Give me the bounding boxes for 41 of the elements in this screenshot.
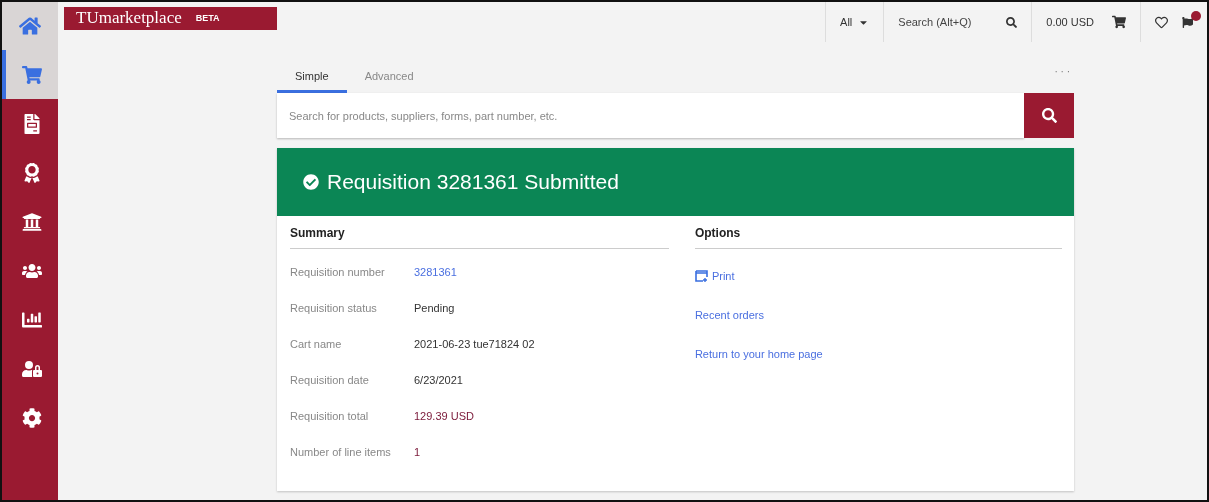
search-field[interactable]: Search for products, suppliers, forms, part number, etc. [277,93,1024,138]
field-label: Cart name [290,338,343,350]
home-button[interactable] [2,2,58,50]
home-icon [19,15,41,37]
notification-badge [1191,10,1201,21]
cart-total-button[interactable]: 0.00 USD [1046,16,1094,28]
logo-banner[interactable]: TUmarketplace BETA [64,6,277,30]
search-button[interactable] [1024,93,1074,138]
field-label: Requisition date [290,374,370,386]
search-icon [1041,108,1057,123]
section-title: Options [694,216,1062,249]
print-link[interactable]: Print [694,256,735,295]
field-value: 129.39 USD [414,410,474,422]
field-label: Requisition number [290,266,386,278]
requisition-link[interactable]: 3281361 [414,266,457,278]
flag-icon[interactable] [1182,16,1193,28]
heart-icon[interactable] [1155,15,1168,29]
section-title: Summary [290,216,669,249]
field-label: Number of line items [290,446,392,458]
window-icon [694,269,708,282]
option-link[interactable]: Recent orders [694,295,764,334]
award-icon [22,162,42,183]
settings-icon [22,407,42,428]
field-label: Requisition total [290,410,370,422]
logo-text: TUmarketplace [76,8,182,28]
cart-icon [22,64,42,85]
beta-label: BETA [195,13,220,23]
field-value: 2021-06-23 tue71824 02 [414,338,535,350]
header-search-field[interactable]: Search (Alt+Q) [898,16,999,28]
search-tab[interactable]: Advanced [346,70,432,93]
banner-title: Requisition 3281361 Submitted [327,170,619,194]
field-label: Requisition status [290,302,378,314]
option-link[interactable]: Return to your home page [694,334,823,373]
search-icon[interactable] [1006,16,1018,28]
more-menu[interactable]: · · · [1050,66,1074,93]
field-value: 1 [414,446,421,458]
scope-dropdown[interactable]: All [840,16,870,28]
field-value: Pending [414,302,455,314]
cart-icon[interactable] [1112,15,1126,29]
field-value: 6/23/2021 [414,374,463,386]
bank-icon [22,211,42,232]
